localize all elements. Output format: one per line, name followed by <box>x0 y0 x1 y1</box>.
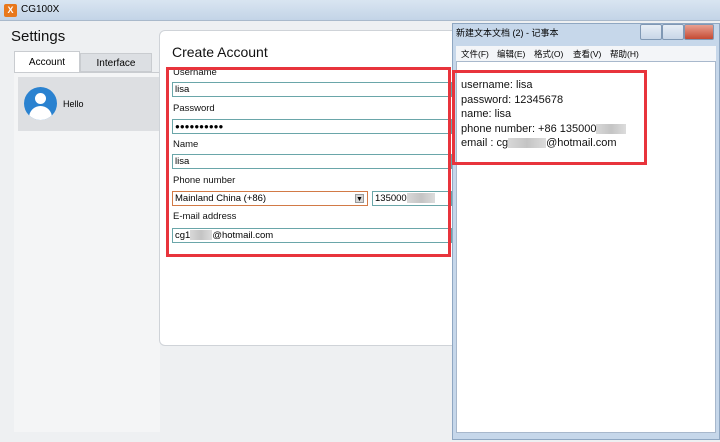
close-button[interactable] <box>684 24 714 40</box>
highlight-box-notes <box>452 70 647 165</box>
settings-title: Settings <box>11 28 66 45</box>
notepad-window-controls <box>640 24 716 44</box>
menu-file[interactable]: 文件(F) <box>461 48 489 60</box>
app-title: CG100X <box>21 4 60 15</box>
main-titlebar <box>0 0 720 21</box>
tab-account[interactable]: Account <box>14 51 80 72</box>
account-name: Hello <box>63 99 84 109</box>
avatar-body <box>29 106 52 120</box>
menu-edit[interactable]: 编辑(E) <box>497 48 525 60</box>
highlight-box-form <box>166 67 451 257</box>
avatar-head <box>35 93 46 104</box>
notepad-title: 新建文本文档 (2) - 记事本 <box>456 28 559 38</box>
tab-interface[interactable]: Interface <box>80 53 152 72</box>
menu-view[interactable]: 查看(V) <box>573 48 601 60</box>
minimize-button[interactable] <box>640 24 662 40</box>
menu-help[interactable]: 帮助(H) <box>610 48 639 60</box>
create-account-title: Create Account <box>172 44 268 60</box>
avatar-icon <box>24 87 57 120</box>
app-logo-icon: X <box>4 4 17 17</box>
menu-format[interactable]: 格式(O) <box>534 48 563 60</box>
maximize-button[interactable] <box>662 24 684 40</box>
